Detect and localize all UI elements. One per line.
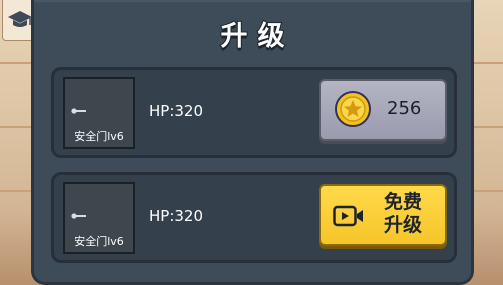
free-upgrade-label-line2: 升级 — [383, 214, 422, 236]
free-upgrade-label-line1: 免费 — [383, 191, 422, 213]
background-shelf — [0, 190, 32, 192]
upgrade-item-card: 安全门lv6 HP:320 免费 升级 — [51, 172, 457, 263]
item-name-label: 安全门lv6 — [74, 130, 124, 143]
graduation-cap-icon — [8, 11, 32, 27]
free-upgrade-button[interactable]: 免费 升级 — [319, 184, 447, 246]
upgrade-item-card: 安全门lv6 HP:320 256 — [51, 67, 457, 158]
background-shelf — [471, 190, 503, 192]
video-play-icon — [333, 205, 363, 227]
key-icon — [71, 108, 86, 114]
upgrade-dialog: 升级 安全门lv6 HP:320 256 安全门lv6 HP:320 免费 升级 — [31, 0, 474, 285]
background-shelf — [471, 62, 503, 64]
key-icon — [71, 213, 86, 219]
background-shelf — [0, 126, 32, 128]
item-thumbnail: 安全门lv6 — [63, 77, 135, 149]
item-hp-text: HP:320 — [149, 207, 204, 225]
item-hp-text: HP:320 — [149, 102, 204, 120]
free-upgrade-label: 免费 升级 — [373, 191, 433, 237]
background-shelf — [0, 62, 32, 64]
star-coin-icon — [335, 91, 371, 127]
coin-upgrade-button[interactable]: 256 — [319, 79, 447, 141]
item-name-label: 安全门lv6 — [74, 235, 124, 248]
dialog-title: 升级 — [220, 20, 295, 53]
item-thumbnail: 安全门lv6 — [63, 182, 135, 254]
coin-price-label: 256 — [387, 98, 422, 119]
background-shelf — [471, 126, 503, 128]
